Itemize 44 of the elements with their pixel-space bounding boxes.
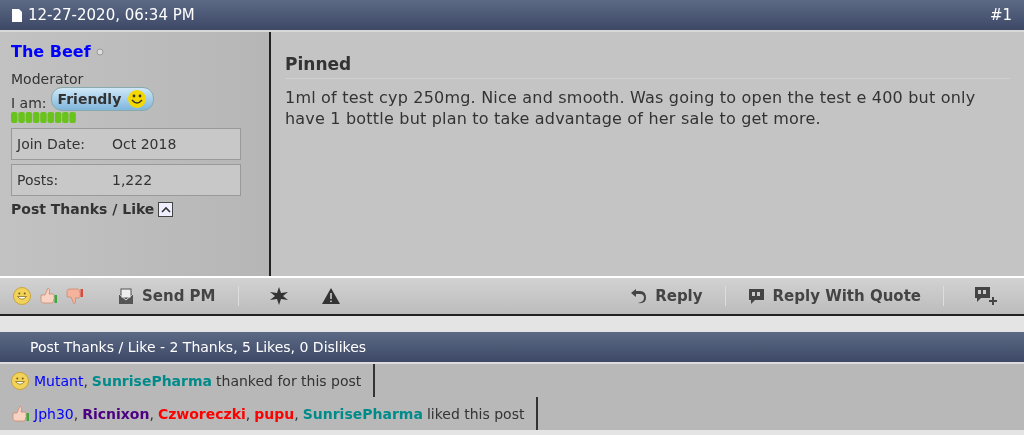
reply-button[interactable]: Reply <box>624 287 709 305</box>
separator-comma: , <box>245 405 251 422</box>
smiley-icon[interactable] <box>10 370 30 391</box>
post-number[interactable]: #1 <box>989 6 1012 24</box>
reply-with-quote-button[interactable]: Reply With Quote <box>741 287 927 305</box>
thumbs-up-icon[interactable] <box>38 286 58 306</box>
post-title: Pinned <box>285 54 1010 79</box>
mood-badge: Friendly <box>50 87 155 111</box>
stat-value: Oct 2018 <box>112 136 177 152</box>
multi-quote-icon[interactable] <box>974 286 998 306</box>
smiley-icon[interactable] <box>12 286 32 306</box>
thumbs-up-icon[interactable] <box>10 403 30 424</box>
username-link[interactable]: Ricnixon <box>82 405 150 422</box>
mood-label: I am: <box>11 95 47 111</box>
stat-value: 1,222 <box>112 172 153 188</box>
collapse-button[interactable] <box>158 201 174 217</box>
caret-icon <box>160 205 171 213</box>
user-title: Moderator <box>11 71 85 87</box>
send-pm-button[interactable]: Send PM <box>112 287 222 305</box>
separator-comma: , <box>149 405 154 422</box>
thanks-text: thanked for this post <box>216 372 362 389</box>
username-link[interactable]: Jph30 <box>34 405 74 422</box>
thanks-header: Post Thanks / Like - 2 Thanks, 5 Likes, 0 Dislikes <box>0 332 1024 364</box>
stat-label: Join Date: <box>17 136 87 152</box>
status-dot-icon <box>95 47 104 56</box>
post-date: 12-27-2020, 06:34 PM <box>28 6 196 24</box>
thanks-heading: Post Thanks / Like <box>11 201 155 217</box>
reputation-bar-icon <box>11 112 77 123</box>
document-icon <box>12 8 22 22</box>
warning-icon[interactable] <box>320 287 341 305</box>
thumbs-down-icon[interactable] <box>64 286 84 306</box>
star-icon[interactable] <box>268 286 289 306</box>
post-body: 1ml of test cyp 250mg. Nice and smooth. Was going to open the test e 400 but only have 1 bottle but plan to take advantage of her sale to get more. <box>285 87 977 129</box>
stat-label: Posts: <box>17 172 60 188</box>
thanks-text: liked this post <box>426 405 525 422</box>
envelope-icon <box>118 287 134 305</box>
smiley-icon <box>127 89 148 109</box>
separator-comma: , <box>83 372 88 389</box>
reply-arrow-icon <box>630 287 648 305</box>
separator-comma: , <box>73 405 79 422</box>
separator-comma: , <box>294 405 299 422</box>
speech-bubble-icon <box>747 287 765 305</box>
username-link[interactable]: The Beef <box>11 42 91 61</box>
username-link[interactable]: Mutant <box>34 372 84 389</box>
